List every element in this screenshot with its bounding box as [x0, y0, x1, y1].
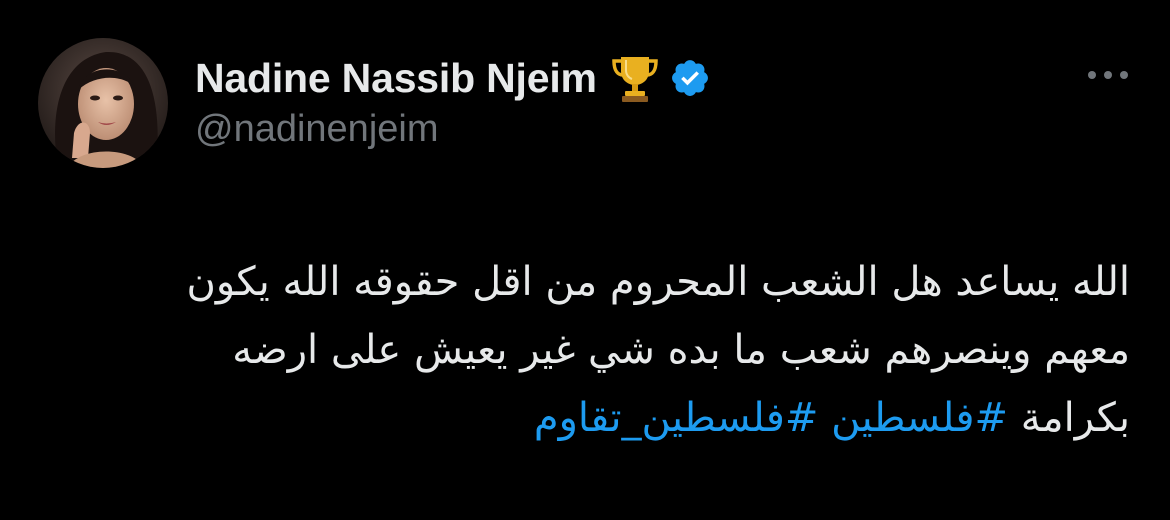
author-handle[interactable]: @nadinenjeim: [195, 108, 439, 151]
tweet-text-fragment: بكرامة: [1008, 395, 1130, 441]
hashtag-link[interactable]: #فلسطين_تقاوم: [534, 395, 819, 441]
tweet-line-2: معهم وينصرهم شعب ما بده شي غير يعيش على …: [232, 327, 1130, 373]
display-name[interactable]: Nadine Nassib Njeim: [195, 55, 597, 102]
avatar[interactable]: [38, 38, 168, 168]
avatar-image: [38, 38, 168, 168]
tweet-line-1: الله يساعد هل الشعب المحروم من اقل حقوقه…: [186, 259, 1130, 305]
author-name-row: Nadine Nassib Njeim: [195, 52, 711, 104]
trophy-icon: [611, 53, 659, 103]
more-horizontal-icon: [1088, 71, 1128, 79]
tweet-line-3: بكرامة #فلسطين #فلسطين_تقاوم: [40, 384, 1130, 452]
verified-badge-icon[interactable]: [669, 57, 711, 99]
tweet-card: Nadine Nassib Njeim @nadinenjeim الله يس…: [0, 0, 1170, 520]
more-options-button[interactable]: [1086, 60, 1130, 90]
hashtag-link[interactable]: #فلسطين: [831, 395, 1008, 441]
tweet-body: الله يساعد هل الشعب المحروم من اقل حقوقه…: [40, 248, 1130, 452]
